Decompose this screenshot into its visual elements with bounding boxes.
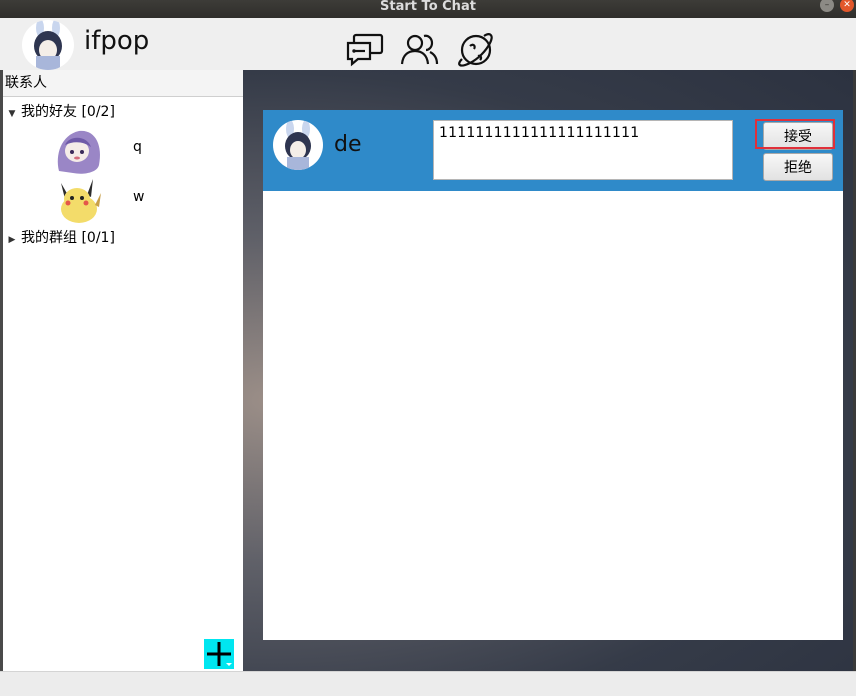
main-area: de 1111111111111111111111 接受 拒绝 (243, 70, 856, 671)
contacts-sidebar: 联系人 ▼ 我的好友 [0/2] q w ▶ 我的群组 [0/1] (3, 70, 243, 671)
planet-icon[interactable] (456, 30, 496, 70)
user-avatar[interactable] (22, 20, 74, 70)
app-header: ifpop (0, 18, 856, 70)
friend-item-q[interactable]: q (53, 125, 233, 175)
add-contact-button[interactable] (204, 639, 234, 669)
friend-request-card: de 1111111111111111111111 接受 拒绝 (263, 110, 843, 191)
username: ifpop (84, 26, 150, 56)
sidebar-header: 联系人 (3, 70, 243, 97)
reject-button[interactable]: 拒绝 (763, 153, 833, 181)
accept-highlight-box (755, 119, 835, 149)
group-groups-label: 我的群组 [0/1] (21, 230, 115, 246)
friend-name: q (133, 139, 142, 155)
group-friends-label: 我的好友 [0/2] (21, 104, 115, 120)
requester-avatar (273, 120, 323, 170)
friend-item-w[interactable]: w (53, 175, 233, 225)
plus-icon (207, 642, 232, 666)
status-bar (0, 671, 856, 696)
caret-down-icon[interactable]: ▼ (3, 103, 21, 125)
group-groups[interactable]: ▶ 我的群组 [0/1] (3, 227, 115, 249)
friend-request-panel: de 1111111111111111111111 接受 拒绝 (263, 110, 843, 640)
title-bar: Start To Chat – ✕ (0, 0, 856, 18)
window-title: Start To Chat (380, 0, 476, 14)
contacts-icon[interactable] (400, 30, 440, 70)
caret-right-icon[interactable]: ▶ (3, 229, 21, 251)
requester-name: de (334, 132, 362, 157)
friend-name: w (133, 189, 145, 205)
group-friends[interactable]: ▼ 我的好友 [0/2] (3, 101, 115, 123)
friend-avatar (53, 175, 103, 225)
friend-avatar (53, 125, 103, 175)
chat-bubbles-icon[interactable] (345, 30, 385, 70)
request-message: 1111111111111111111111 (433, 120, 733, 180)
